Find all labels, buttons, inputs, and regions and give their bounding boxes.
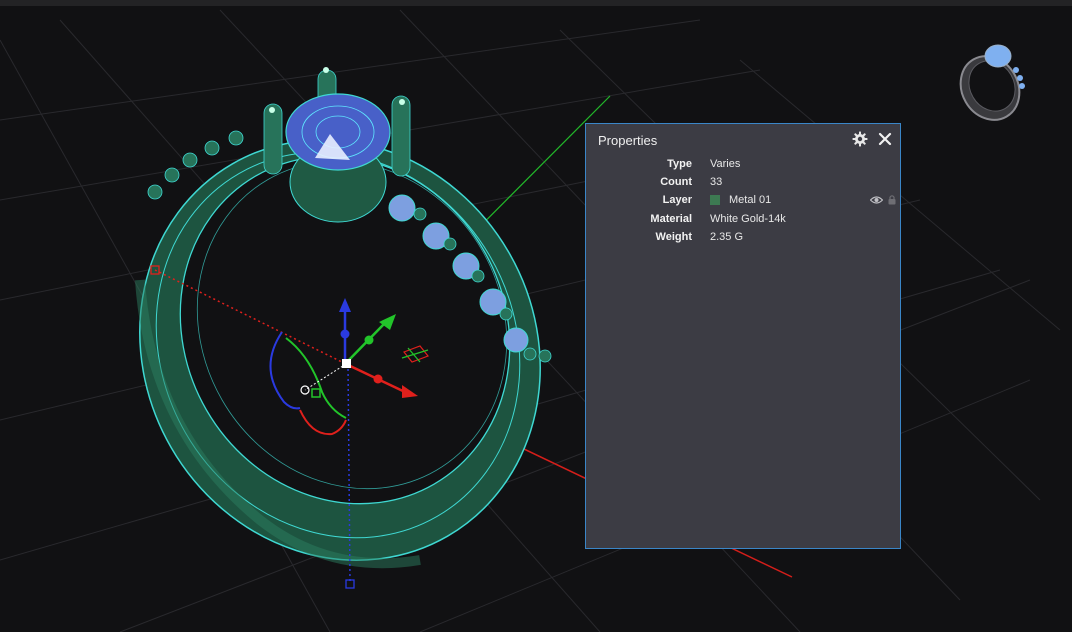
property-value: 2.35 G xyxy=(710,231,744,243)
property-value: White Gold-14k xyxy=(710,213,786,225)
property-value: Varies xyxy=(710,158,741,170)
lock-icon[interactable] xyxy=(888,194,896,205)
close-icon[interactable] xyxy=(877,131,893,147)
property-label: Material xyxy=(650,213,692,225)
properties-panel: Properties Type Varies Count 33 Layer Me… xyxy=(585,123,901,549)
property-row-count: Count 33 xyxy=(586,174,902,192)
property-value: 33 xyxy=(710,176,723,188)
property-value: Metal 01 xyxy=(729,194,772,206)
property-row-layer[interactable]: Layer Metal 01 xyxy=(586,192,902,210)
property-label: Count xyxy=(660,176,692,188)
property-label: Weight xyxy=(655,231,692,243)
gear-icon[interactable] xyxy=(852,131,868,147)
property-row-type: Type Varies xyxy=(586,156,902,174)
property-label: Layer xyxy=(662,194,692,206)
property-row-weight: Weight 2.35 G xyxy=(586,229,902,247)
property-row-material: Material White Gold-14k xyxy=(586,211,902,229)
eye-icon[interactable] xyxy=(870,195,883,205)
ring-preview-thumbnail xyxy=(959,44,1025,121)
panel-title: Properties xyxy=(598,133,658,148)
layer-color-swatch xyxy=(710,195,720,205)
3d-viewport[interactable] xyxy=(0,0,1072,632)
z-guide-handle[interactable] xyxy=(345,579,355,589)
property-label: Type xyxy=(667,158,692,170)
